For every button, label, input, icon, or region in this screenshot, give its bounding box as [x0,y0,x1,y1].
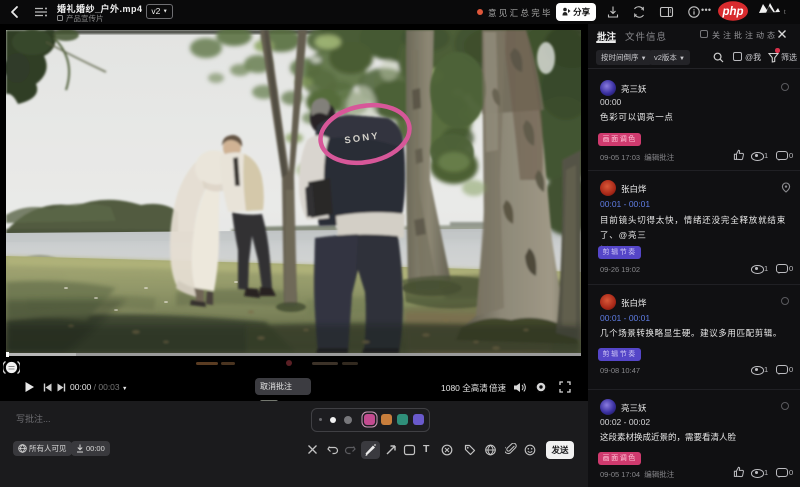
svg-text:php: php [721,6,743,18]
svg-text:t: t [784,10,786,16]
